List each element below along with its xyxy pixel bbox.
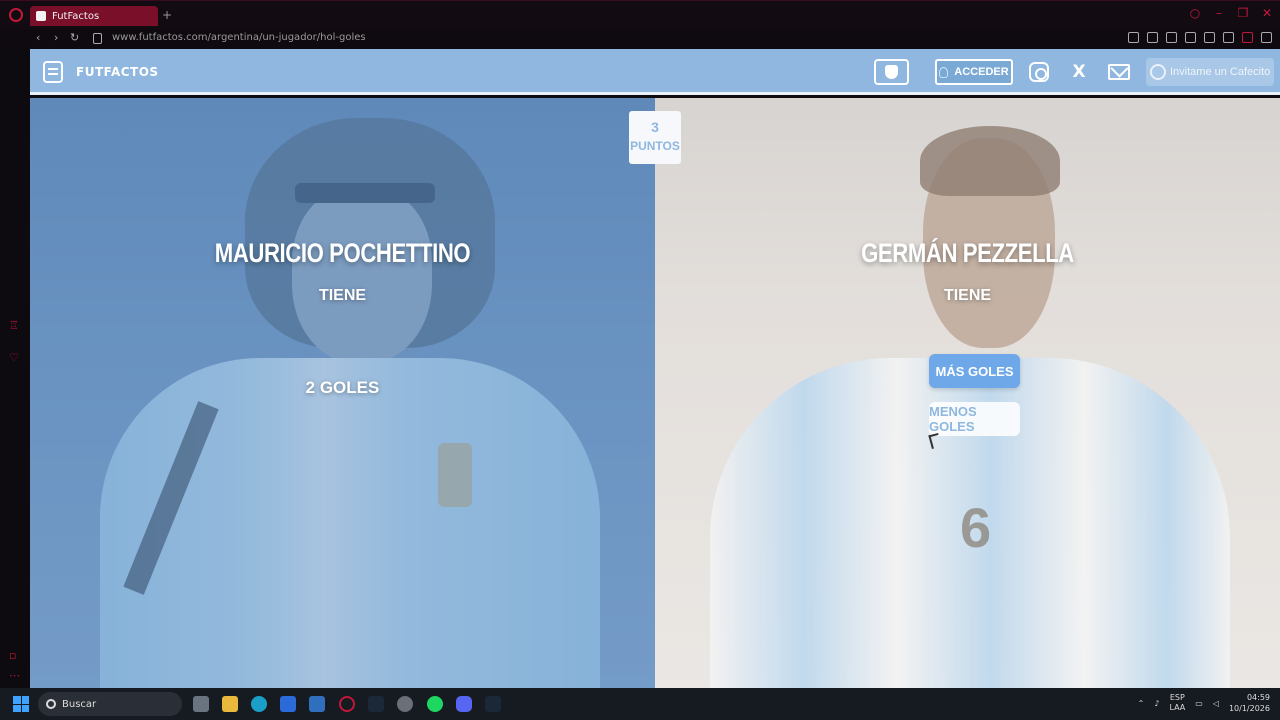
team-badge-button[interactable]: [874, 59, 909, 85]
points-badge: 3 PUNTOS: [629, 111, 681, 164]
less-goals-button[interactable]: MENOS GOLES: [929, 402, 1020, 436]
left-player-panel: MAURICIO POCHETTINO TIENE 2 GOLES: [30, 98, 655, 688]
taskbar-search-label: Buscar: [62, 698, 97, 710]
url-field[interactable]: www.futfactos.com/argentina/un-jugador/h…: [112, 32, 366, 43]
window-controls: ○ – ❐ ✕: [1188, 6, 1274, 20]
language-indicator[interactable]: ESP LAA: [1169, 693, 1185, 713]
lock-icon: [93, 33, 102, 44]
tab-title: FutFactos: [52, 10, 100, 22]
vpn-shield-icon[interactable]: [1166, 32, 1177, 43]
clock-time: 04:59: [1246, 693, 1270, 702]
restore-button[interactable]: ❐: [1236, 6, 1250, 20]
discord-icon[interactable]: [456, 696, 472, 712]
right-player-panel: 6 GERMÁN PEZZELLA TIENE MÁS GOLES MENOS …: [655, 98, 1280, 688]
edge-icon[interactable]: [251, 696, 267, 712]
back-button[interactable]: ‹: [36, 31, 40, 44]
windows-taskbar: Buscar ⌃ ♪ ESP LAA ▭ ◁ 04:59 10/1/2026: [0, 688, 1280, 720]
opera-taskbar-icon[interactable]: [339, 696, 355, 712]
cafecito-icon: [1150, 64, 1166, 80]
task-view-icon[interactable]: [193, 696, 209, 712]
x-twitter-icon[interactable]: X: [1069, 62, 1089, 82]
github-icon[interactable]: [397, 696, 413, 712]
opera-logo-icon[interactable]: [9, 8, 23, 22]
browser-tabbar: FutFactos + ○ – ❐ ✕: [0, 0, 1280, 29]
cafecito-button[interactable]: Invitame un Cafecito: [1146, 58, 1274, 86]
left-player-verb: TIENE: [318, 287, 367, 304]
steam-icon[interactable]: [368, 696, 384, 712]
search-icon: [46, 699, 56, 709]
microphone-icon[interactable]: ♪: [1154, 699, 1159, 708]
system-tray: ⌃ ♪ ESP LAA ▭ ◁ 04:59 10/1/2026: [1138, 692, 1270, 714]
user-icon: [939, 66, 949, 78]
right-photo-overlay: [655, 98, 1280, 688]
reload-button[interactable]: ↻: [70, 31, 79, 44]
futfactos-favicon-icon: [36, 11, 46, 21]
file-explorer-icon[interactable]: [222, 696, 238, 712]
right-player-verb: TIENE: [943, 287, 992, 304]
steam-alt-icon[interactable]: [485, 696, 501, 712]
close-window-button[interactable]: ✕: [1260, 6, 1274, 20]
snapshot-icon[interactable]: [1147, 32, 1158, 43]
login-button[interactable]: ACCEDER: [935, 59, 1013, 85]
aria-ai-icon[interactable]: ♖: [9, 319, 19, 332]
keyboard-layout: LAA: [1169, 703, 1186, 712]
futfactos-logo-icon[interactable]: [43, 61, 63, 83]
points-label: PUNTOS: [630, 139, 680, 153]
easy-setup-icon[interactable]: [1261, 32, 1272, 43]
login-label: ACCEDER: [954, 66, 1009, 78]
spotify-icon[interactable]: [427, 696, 443, 712]
taskbar-search[interactable]: Buscar: [38, 692, 182, 716]
clock[interactable]: 04:59 10/1/2026: [1229, 692, 1270, 714]
left-player-goals: 2 GOLES: [305, 378, 380, 397]
forward-button[interactable]: ›: [54, 31, 58, 44]
chevron-up-icon[interactable]: ⌃: [1138, 699, 1145, 708]
new-tab-button[interactable]: +: [160, 8, 174, 22]
site-header: FUTFACTOS ACCEDER X Invitame un Cafecito: [30, 49, 1280, 95]
volume-icon[interactable]: ◁: [1213, 699, 1219, 708]
search-tabs-icon[interactable]: ○: [1188, 6, 1202, 20]
bookmark-heart-icon[interactable]: [1204, 32, 1215, 43]
favorites-heart-icon[interactable]: ♡: [9, 351, 19, 364]
address-bar-tools: [1128, 32, 1272, 43]
left-player-name: MAURICIO POCHETTINO: [214, 238, 471, 268]
windows-start-icon[interactable]: [13, 696, 29, 712]
browser-tab-futfactos[interactable]: FutFactos: [30, 6, 158, 26]
profile-icon[interactable]: [1242, 32, 1253, 43]
points-value: 3: [651, 119, 659, 135]
store-icon[interactable]: [280, 696, 296, 712]
mail-icon[interactable]: [1108, 64, 1130, 80]
cafecito-label: Invitame un Cafecito: [1170, 66, 1271, 78]
address-bar: ‹ › ↻ www.futfactos.com/argentina/un-jug…: [0, 29, 1280, 49]
futfactos-page: FUTFACTOS ACCEDER X Invitame un Cafecito…: [30, 49, 1280, 688]
opera-sidebar: ♖ ♡ ▫ ⋯: [0, 49, 30, 688]
minimize-button[interactable]: –: [1212, 6, 1226, 20]
extensions-icon[interactable]: [1223, 32, 1234, 43]
language-code: ESP: [1169, 693, 1185, 702]
clock-date: 10/1/2026: [1228, 704, 1270, 713]
right-player-name: GERMÁN PEZZELLA: [861, 238, 1074, 268]
instagram-icon[interactable]: [1029, 62, 1049, 82]
network-icon[interactable]: ▭: [1195, 699, 1203, 708]
play-icon[interactable]: [1185, 32, 1196, 43]
outlook-icon[interactable]: [309, 696, 325, 712]
gx-icon[interactable]: ▫: [9, 649, 16, 662]
site-name[interactable]: FUTFACTOS: [76, 65, 159, 79]
more-sidebar-icon[interactable]: ⋯: [9, 669, 20, 682]
more-goals-button[interactable]: MÁS GOLES: [929, 354, 1020, 388]
pin-icon[interactable]: [1128, 32, 1139, 43]
